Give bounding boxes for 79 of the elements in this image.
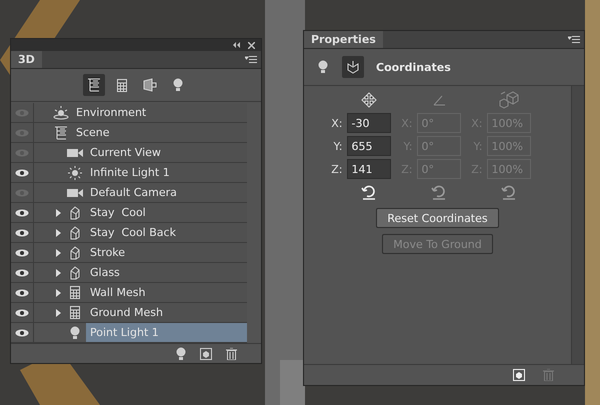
reset-icon[interactable] (500, 184, 518, 200)
axis-label: X: (330, 116, 342, 130)
scene-icon (54, 126, 68, 140)
layer-row[interactable]: Infinite Light 1 (11, 163, 247, 184)
mode-button[interactable] (342, 56, 364, 78)
coordinate-field[interactable]: -30 (346, 113, 390, 133)
grid-icon (70, 286, 80, 300)
menu-icon[interactable] (568, 36, 580, 44)
eye-icon[interactable] (15, 268, 29, 277)
layer-row[interactable]: Ground Mesh (11, 303, 247, 324)
section-title: Coordinates (376, 60, 451, 74)
cube-icon (498, 91, 518, 109)
layer-row[interactable]: Stroke (11, 243, 247, 264)
layer-row[interactable]: Glass (11, 263, 247, 284)
scrollbar-track[interactable] (571, 86, 584, 364)
trash-icon[interactable] (226, 348, 237, 360)
grid-icon (117, 78, 127, 92)
eye-icon[interactable] (15, 328, 29, 337)
layer-name: Stay Cool Back (89, 225, 177, 242)
light-bulb-icon (176, 346, 186, 361)
filter-button[interactable] (83, 74, 105, 96)
move-icon (360, 92, 376, 108)
shape-icon (68, 226, 82, 240)
layer-name: Glass (89, 265, 121, 282)
collapse-icon[interactable] (232, 42, 240, 48)
reset-icon[interactable] (430, 184, 448, 200)
grid-icon (70, 306, 80, 320)
layer-name: Wall Mesh (89, 285, 146, 302)
reset-icon[interactable] (360, 184, 378, 200)
layer-name: Infinite Light 1 (89, 165, 171, 182)
layer-row[interactable]: Wall Mesh (11, 283, 247, 304)
scene-object-icon[interactable] (200, 348, 212, 360)
expand-arrow-icon[interactable] (56, 208, 60, 217)
shape-icon (68, 266, 82, 280)
eye-icon[interactable] (15, 228, 29, 237)
layer-row[interactable]: Default Camera (11, 183, 247, 204)
environment-icon (53, 106, 69, 120)
close-icon[interactable] (248, 42, 255, 49)
properties-tab[interactable]: Properties (304, 31, 383, 48)
layer-name: Scene (75, 125, 111, 142)
layer-name: Stroke (89, 245, 126, 262)
shape-icon (68, 206, 82, 220)
expand-arrow-icon[interactable] (56, 308, 60, 317)
eye-icon[interactable] (15, 168, 29, 177)
action-button[interactable]: Reset Coordinates (376, 208, 499, 228)
axis-label: Y: (332, 140, 342, 152)
expand-arrow-icon[interactable] (56, 248, 60, 257)
menu-icon[interactable] (245, 56, 257, 64)
coordinate-field[interactable]: 655 (346, 136, 390, 156)
angle-icon (432, 94, 446, 106)
layer-name: Point Light 1 (86, 323, 247, 342)
eye-icon[interactable] (15, 208, 29, 217)
layer-row[interactable]: Stay Cool (11, 203, 247, 224)
shape-icon (68, 246, 82, 260)
expand-arrow-icon[interactable] (56, 228, 60, 237)
layer-row[interactable]: Scene (11, 123, 247, 144)
scene-icon (87, 78, 101, 92)
expand-arrow-icon[interactable] (56, 268, 60, 277)
3d-tab[interactable]: 3D (11, 51, 42, 68)
layer-name: Environment (75, 105, 148, 122)
eye-icon[interactable] (15, 288, 29, 297)
layer-row[interactable]: Stay Cool Back (11, 223, 247, 244)
light-bulb-icon (173, 78, 183, 92)
layer-name: Ground Mesh (89, 305, 164, 322)
light-bulb-icon (70, 326, 80, 340)
axis-label: Z: (330, 162, 342, 176)
camera-icon (67, 188, 83, 198)
camera-icon (67, 148, 83, 158)
sun-icon (68, 166, 82, 180)
coordinate-field[interactable]: 141 (346, 159, 390, 179)
layer-row[interactable]: Environment (11, 103, 247, 124)
eye-icon[interactable] (15, 248, 29, 257)
layer-name: Current View (89, 145, 162, 162)
layer-name: Default Camera (89, 185, 178, 202)
eye-icon[interactable] (15, 308, 29, 317)
light-bulb-icon (318, 60, 328, 74)
expand-arrow-icon[interactable] (56, 288, 60, 297)
layer-name: Stay Cool (89, 205, 147, 222)
layer-row[interactable]: Current View (11, 143, 247, 164)
